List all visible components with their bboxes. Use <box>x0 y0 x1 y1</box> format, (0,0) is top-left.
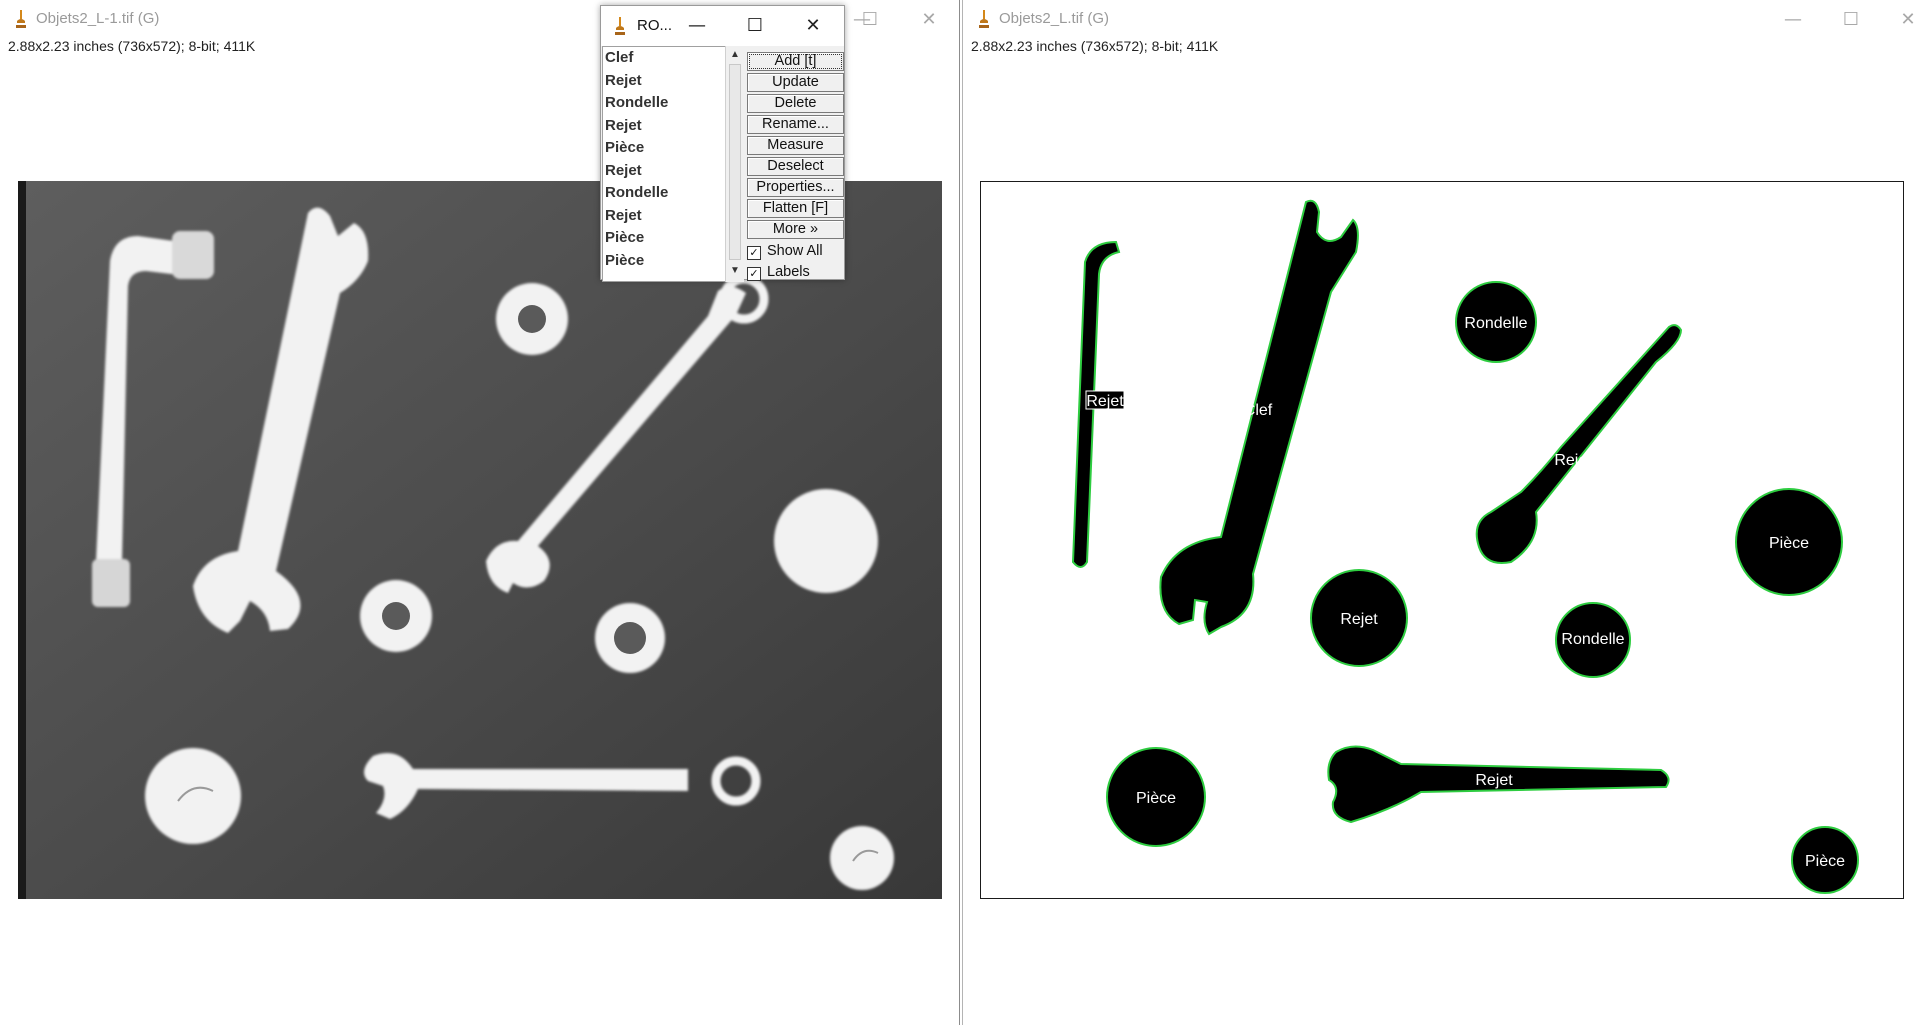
mask-label-rejet-1: Rejet <box>1086 393 1124 410</box>
show-all-label: Show All <box>767 243 823 259</box>
update-button[interactable]: Update <box>747 73 844 92</box>
binary-mask: Rejet Clef Rondelle Rejet Pièce Rejet Ro… <box>1071 199 1859 894</box>
deselect-button[interactable]: Deselect <box>747 157 844 176</box>
roi-list-item[interactable]: Rejet <box>603 160 725 183</box>
measure-button[interactable]: Measure <box>747 136 844 155</box>
mask-label-piece-1: Pièce <box>1769 535 1809 552</box>
mask-label-rejet-3: Rejet <box>1340 611 1378 628</box>
right-window-titlebar[interactable]: Objets2_L.tif (G) — ☐ ✕ <box>963 0 1919 38</box>
rename-button[interactable]: Rename... <box>747 115 844 134</box>
roi-list-item[interactable]: Pièce <box>603 227 725 250</box>
more-button[interactable]: More » <box>747 220 844 239</box>
right-window-title: Objets2_L.tif (G) <box>999 10 1110 27</box>
mask-label-rejet-4: Rejet <box>1475 772 1513 789</box>
roi-list-item[interactable]: Pièce <box>603 250 725 273</box>
roi-manager-titlebar[interactable]: RO... — ☐ ✕ <box>601 6 844 46</box>
roi-list-item[interactable]: Rondelle <box>603 92 725 115</box>
mask-label-clef: Clef <box>1244 402 1273 419</box>
checkbox-checked-icon[interactable]: ✓ <box>747 267 761 281</box>
right-image-window[interactable]: Objets2_L.tif (G) — ☐ ✕ 2.88x2.23 inches… <box>962 0 1919 1025</box>
roi-manager-title: RO... <box>637 17 673 34</box>
checkbox-checked-icon[interactable]: ✓ <box>747 246 761 260</box>
left-window-close-button[interactable]: ✕ <box>909 6 949 34</box>
mask-label-rondelle-2: Rondelle <box>1561 631 1624 648</box>
roi-manager-window[interactable]: RO... — ☐ ✕ Clef Rejet Rondelle Rejet Pi… <box>600 5 845 282</box>
delete-button[interactable]: Delete <box>747 94 844 113</box>
mask-label-piece-2: Pièce <box>1136 790 1176 807</box>
left-window-title: Objets2_L-1.tif (G) <box>36 10 160 27</box>
roi-list[interactable]: Clef Rejet Rondelle Rejet Pièce Rejet Ro… <box>602 46 726 282</box>
roi-list-item[interactable]: Rejet <box>603 115 725 138</box>
roi-list-item[interactable]: Rejet <box>603 205 725 228</box>
scroll-up-arrow-icon[interactable]: ▲ <box>729 49 741 61</box>
properties-button[interactable]: Properties... <box>747 178 844 197</box>
grayscale-photo-canvas[interactable] <box>18 181 942 899</box>
roi-minimize-button[interactable]: — <box>677 12 717 40</box>
roi-list-item[interactable]: Rejet <box>603 70 725 93</box>
left-image-info: 2.88x2.23 inches (736x572); 8-bit; 411K <box>8 38 256 54</box>
imagej-microscope-icon <box>16 10 26 28</box>
roi-list-item[interactable]: Pièce <box>603 137 725 160</box>
flatten-button[interactable]: Flatten [F] <box>747 199 844 218</box>
right-window-close-button[interactable]: ✕ <box>1888 6 1919 34</box>
right-window-maximize-button[interactable]: ☐ <box>1831 6 1871 34</box>
mask-label-rejet-2: Rejet <box>1554 452 1592 469</box>
roi-list-item[interactable]: Rondelle <box>603 182 725 205</box>
roi-close-button[interactable]: ✕ <box>793 12 833 40</box>
scrollbar-thumb[interactable] <box>729 64 741 260</box>
roi-maximize-button[interactable]: ☐ <box>735 12 775 40</box>
left-window-maximize-button[interactable]: ☐ <box>850 6 890 34</box>
imagej-microscope-icon <box>615 17 625 35</box>
roi-list-item[interactable]: Clef <box>603 47 725 70</box>
add-button[interactable]: Add [t] <box>747 52 844 71</box>
grayscale-photo <box>18 181 942 899</box>
scroll-down-arrow-icon[interactable]: ▼ <box>729 265 741 277</box>
binary-mask-canvas[interactable]: Rejet Clef Rondelle Rejet Pièce Rejet Ro… <box>980 181 1904 899</box>
right-image-info: 2.88x2.23 inches (736x572); 8-bit; 411K <box>971 38 1219 54</box>
mask-label-rondelle-1: Rondelle <box>1464 315 1527 332</box>
imagej-microscope-icon <box>979 10 989 28</box>
right-window-minimize-button[interactable]: — <box>1773 6 1813 34</box>
labels-checkbox[interactable]: ✓ Labels <box>747 263 810 282</box>
mask-label-piece-3: Pièce <box>1805 853 1845 870</box>
show-all-checkbox[interactable]: ✓ Show All <box>747 242 823 261</box>
labels-label: Labels <box>767 264 810 280</box>
roi-list-scrollbar[interactable]: ▲ ▼ <box>725 46 744 282</box>
